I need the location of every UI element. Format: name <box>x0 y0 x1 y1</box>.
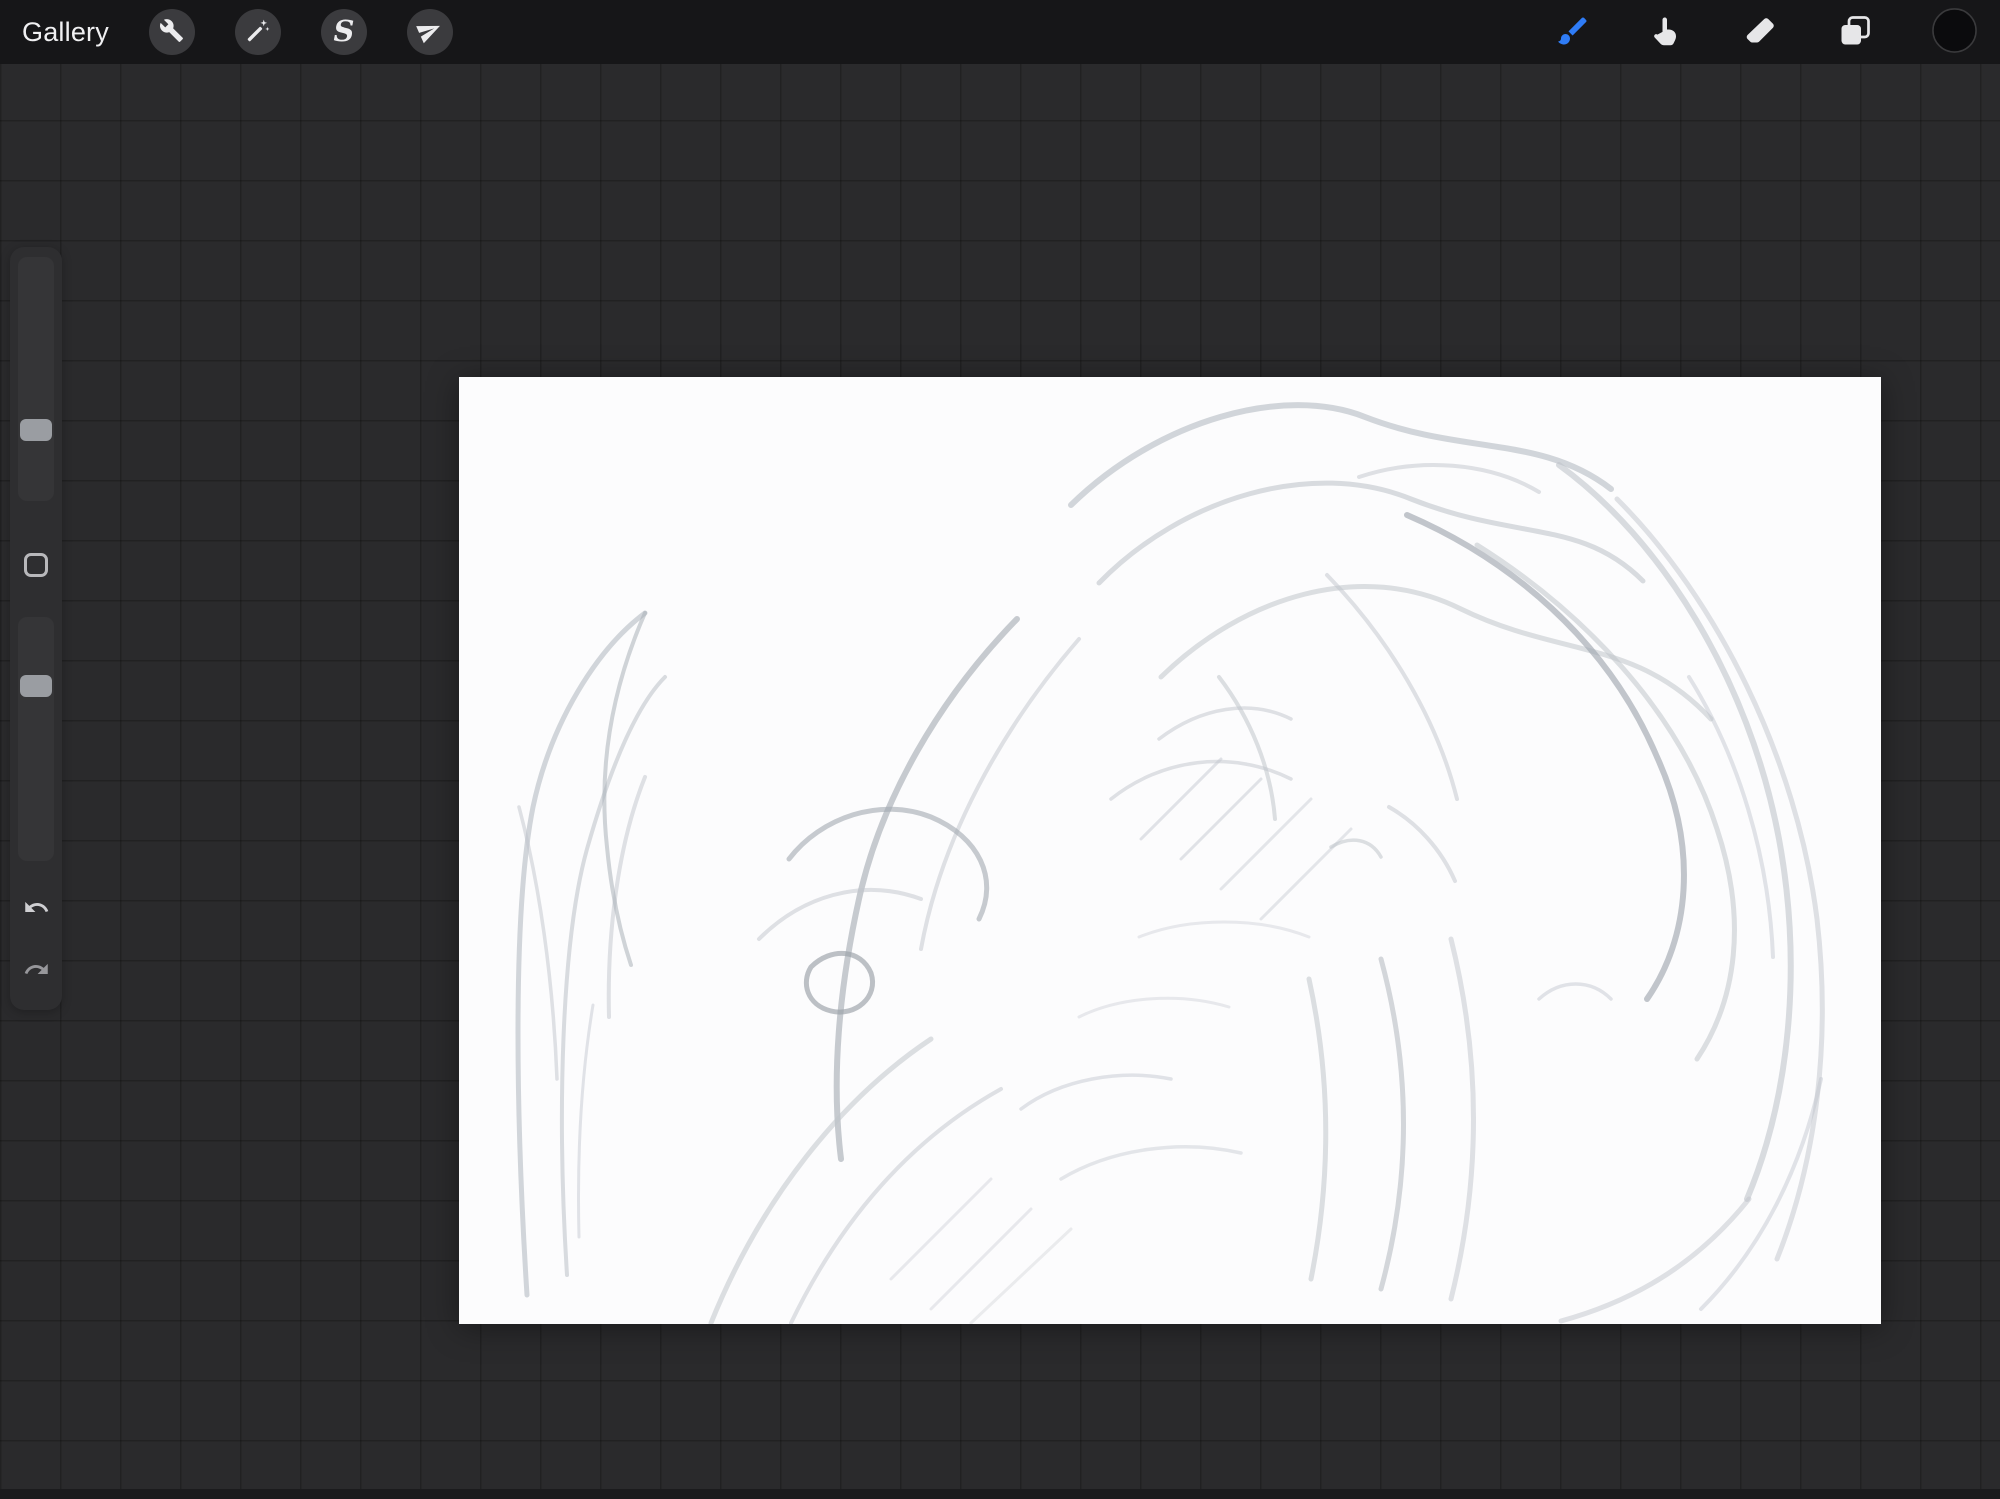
transform-button[interactable] <box>406 9 453 55</box>
sidebar-controls <box>10 247 62 1010</box>
magic-wand-icon <box>245 18 270 46</box>
selection-s-icon: S <box>333 13 355 48</box>
wrench-icon <box>159 18 184 46</box>
selection-button[interactable]: S <box>320 9 367 55</box>
layers-icon <box>1837 13 1873 52</box>
procreate-app: Gallery S <box>0 0 2000 1499</box>
drawing-canvas[interactable] <box>459 377 1881 1324</box>
undo-button[interactable] <box>10 889 62 929</box>
undo-arrow-icon <box>23 894 50 924</box>
modify-button[interactable] <box>10 543 62 587</box>
sketch-drawing <box>515 402 1825 1324</box>
brush-icon <box>1555 13 1591 52</box>
eraser-icon <box>1743 13 1779 52</box>
color-button[interactable] <box>1931 7 1978 57</box>
actions-button[interactable] <box>148 9 195 55</box>
redo-button[interactable] <box>10 951 62 991</box>
square-icon <box>24 553 48 577</box>
erase-button[interactable] <box>1743 13 1779 52</box>
transform-arrow-icon <box>416 18 442 46</box>
opacity-handle[interactable] <box>20 675 52 697</box>
brush-size-handle[interactable] <box>20 419 52 441</box>
toolbar-right-group <box>1555 7 1978 57</box>
paint-button[interactable] <box>1555 13 1591 52</box>
adjustments-button[interactable] <box>234 9 281 55</box>
smudge-finger-icon <box>1649 13 1685 52</box>
smudge-button[interactable] <box>1649 13 1685 52</box>
opacity-slider[interactable] <box>18 617 54 861</box>
bottom-edge <box>0 1489 2000 1499</box>
gallery-button[interactable]: Gallery <box>22 17 109 48</box>
layers-button[interactable] <box>1837 13 1873 52</box>
toolbar-left-group: Gallery S <box>22 9 453 55</box>
top-toolbar: Gallery S <box>0 0 2000 64</box>
current-color-swatch <box>1931 7 1978 57</box>
brush-size-slider[interactable] <box>18 257 54 501</box>
redo-arrow-icon <box>23 956 50 986</box>
